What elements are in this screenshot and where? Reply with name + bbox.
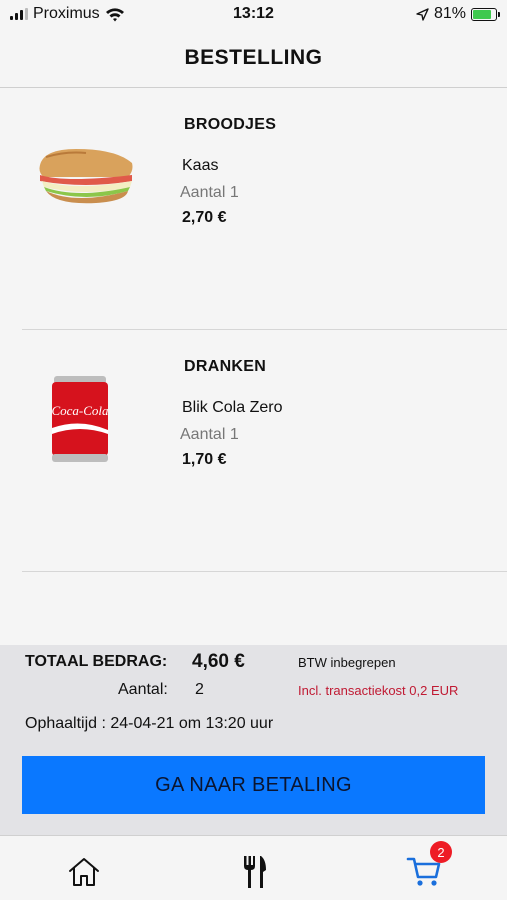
total-value: 4,60 € [192, 651, 245, 672]
count-value: 2 [195, 681, 204, 698]
page-header: BESTELLING [0, 30, 507, 88]
status-bar: Proximus 13:12 81% [0, 0, 507, 30]
item-category: BROODJES [184, 116, 277, 133]
order-item-sandwich[interactable]: BROODJES Kaas Aantal 1 2,70 € [0, 88, 507, 330]
count-label: Aantal: [118, 681, 168, 698]
order-summary: TOTAAL BEDRAG: 4,60 € BTW inbegrepen Aan… [0, 645, 507, 835]
order-list: BROODJES Kaas Aantal 1 2,70 € Coca-Cola … [0, 88, 507, 572]
tab-home[interactable] [62, 850, 106, 894]
item-category: DRANKEN [184, 358, 267, 375]
battery-level [473, 9, 491, 19]
tab-cart[interactable]: 2 [402, 841, 452, 894]
battery-charging-icon [471, 7, 500, 21]
total-label: TOTAAL BEDRAG: [25, 653, 168, 670]
item-divider [22, 571, 507, 572]
location-arrow-icon [416, 7, 429, 21]
cart-count-badge: 2 [430, 841, 452, 863]
item-price: 1,70 € [182, 451, 227, 468]
vat-note: BTW inbegrepen [298, 655, 396, 670]
tab-bar: 2 [0, 835, 507, 900]
item-name: Blik Cola Zero [182, 399, 283, 416]
order-item-drink[interactable]: Coca-Cola DRANKEN Blik Cola Zero Aantal … [0, 330, 507, 572]
home-icon [69, 858, 99, 886]
item-quantity: Aantal 1 [180, 426, 239, 443]
item-name: Kaas [182, 157, 219, 174]
can-brand-text: Coca-Cola [51, 403, 109, 418]
tab-menu[interactable] [232, 850, 276, 894]
sandwich-image [39, 149, 133, 204]
pay-button[interactable]: GA NAAR BETALING [22, 756, 485, 814]
item-price: 2,70 € [182, 209, 227, 226]
cola-can-image: Coca-Cola [51, 376, 109, 462]
item-quantity: Aantal 1 [180, 184, 239, 201]
transaction-fee-note: Incl. transactiekost 0,2 EUR [298, 683, 459, 698]
page-title: BESTELLING [184, 46, 323, 69]
status-right: 81% [416, 5, 500, 23]
battery-percent: 81% [433, 5, 466, 22]
pickup-time: Ophaaltijd : 24-04-21 om 13:20 uur [25, 715, 274, 732]
cutlery-icon [244, 856, 266, 888]
